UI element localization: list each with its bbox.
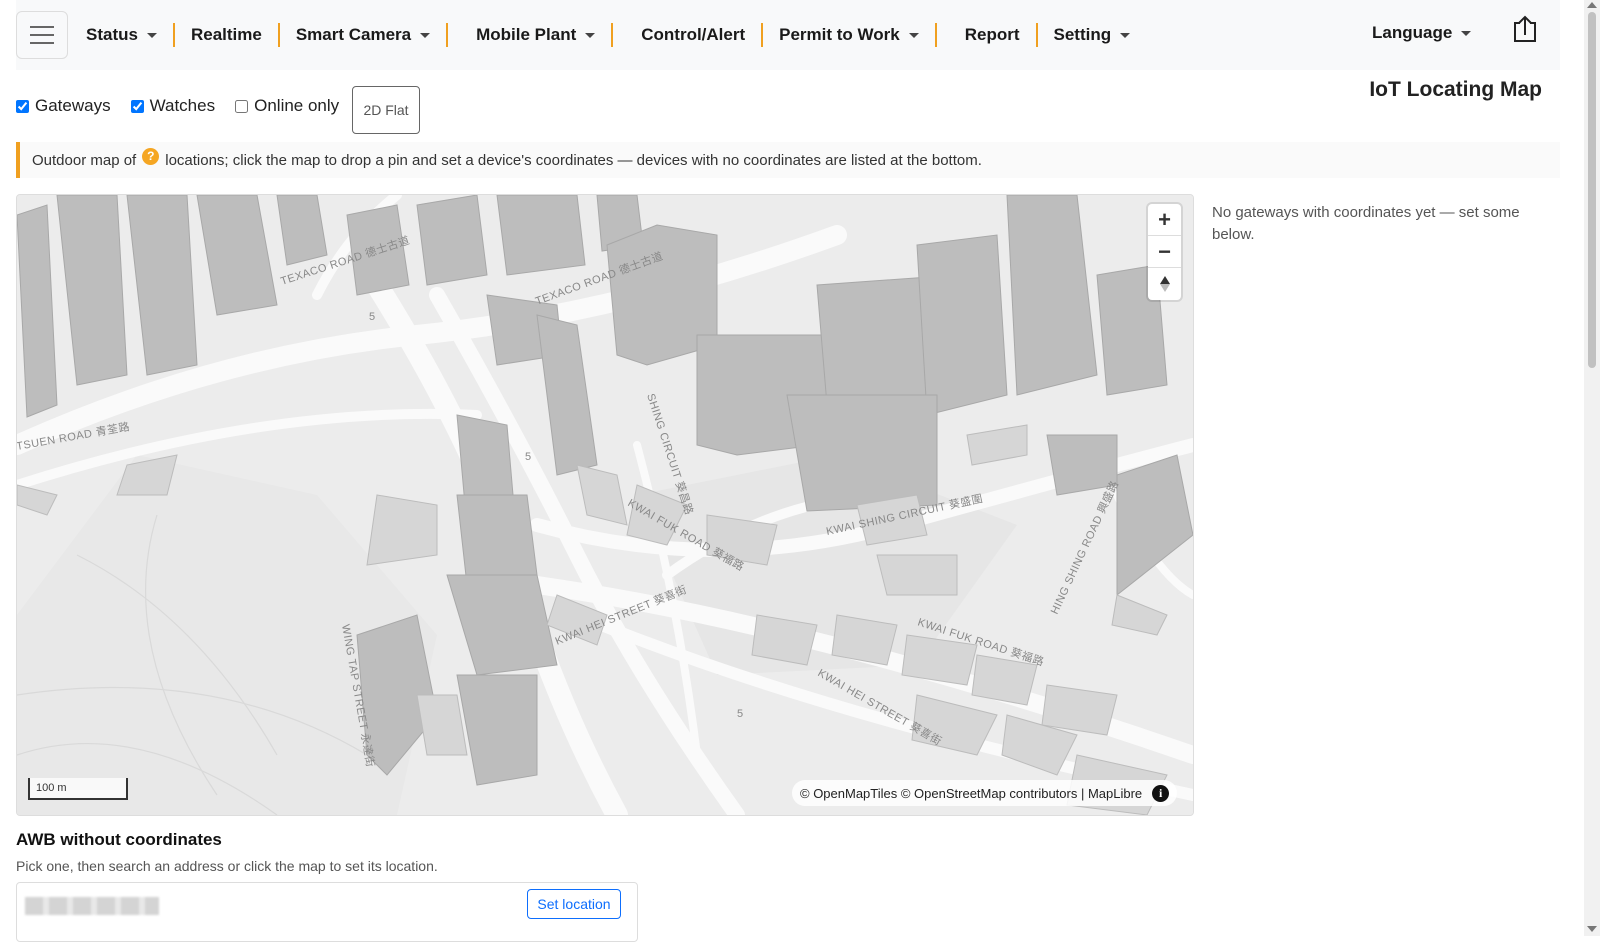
caret-down-icon [146, 32, 157, 38]
scrollbar-thumb[interactable] [1588, 12, 1596, 368]
attribution-text[interactable]: © OpenMapTiles © OpenStreetMap contribut… [800, 786, 1142, 801]
info-text: locations; click the map to drop a pin a… [165, 151, 982, 169]
nav-control-alert[interactable]: Control/Alert [613, 22, 761, 48]
nav-realtime[interactable]: Realtime [175, 22, 278, 48]
page-title: IoT Locating Map [1369, 78, 1542, 101]
nav-report[interactable]: Report [937, 22, 1036, 48]
nav-mobile-plant[interactable]: Mobile Plant [448, 22, 611, 48]
set-location-button[interactable]: Set location [527, 889, 621, 919]
caret-down-icon [585, 32, 596, 38]
online-only-checkbox-input[interactable] [235, 99, 249, 113]
road-number-label: 5 [737, 708, 744, 720]
map-attribution: © OpenMapTiles © OpenStreetMap contribut… [792, 780, 1178, 806]
attribution-info-icon[interactable]: i [1152, 784, 1170, 802]
zoom-out-button[interactable]: − [1148, 236, 1181, 268]
nav-status[interactable]: Status [70, 22, 173, 48]
gateway-list-note: No gateways with coordinates yet — set s… [1212, 204, 1520, 243]
hamburger-menu-icon[interactable] [16, 11, 68, 59]
online-only-checkbox[interactable]: Online only [235, 96, 339, 116]
nav-setting[interactable]: Setting [1038, 22, 1147, 48]
map-scale-bar: 100 m [28, 778, 128, 800]
info-text: Outdoor map of [32, 151, 137, 169]
page-scrollbar[interactable] [1584, 0, 1600, 936]
caret-down-icon [1120, 32, 1131, 38]
language-dropdown[interactable]: Language [1356, 20, 1487, 46]
help-icon[interactable]: ? [142, 147, 160, 165]
awb-section-title: AWB without coordinates [16, 830, 222, 849]
nav-permit-to-work[interactable]: Permit to Work [763, 22, 935, 48]
upload-icon[interactable] [1512, 14, 1538, 44]
compass-icon [1159, 276, 1170, 292]
road-number-label: 5 [369, 311, 376, 323]
map-render[interactable]: TEXACO ROAD 德士古道 TEXACO ROAD 德士古道 SHING … [17, 195, 1193, 815]
zoom-in-button[interactable]: + [1148, 204, 1181, 236]
road-number-label: 5 [525, 451, 532, 463]
map-zoom-controls: + − [1148, 204, 1181, 300]
gateways-checkbox-input[interactable] [16, 99, 29, 113]
caret-down-icon [420, 32, 431, 38]
map-canvas[interactable]: TEXACO ROAD 德士古道 TEXACO ROAD 德士古道 SHING … [16, 194, 1194, 816]
caret-down-icon [908, 32, 919, 38]
watches-checkbox[interactable]: Watches [130, 96, 215, 116]
awb-section-subtitle: Pick one, then search an address or clic… [16, 858, 438, 874]
map-filter-toolbar: Gateways Watches Online only [16, 96, 359, 116]
caret-down-icon [1461, 30, 1472, 36]
scroll-down-arrow-icon[interactable] [1587, 926, 1597, 932]
view-mode-button[interactable]: 2D Flat [352, 86, 420, 134]
awb-device-row: Set location [16, 882, 638, 942]
info-banner: Outdoor map of ? locations; click the ma… [16, 142, 1560, 178]
scroll-up-arrow-icon[interactable] [1587, 2, 1597, 8]
compass-reset-button[interactable] [1148, 268, 1181, 300]
nav-smart-camera[interactable]: Smart Camera [280, 22, 446, 48]
watches-checkbox-input[interactable] [130, 99, 144, 113]
gateways-checkbox[interactable]: Gateways [16, 96, 111, 116]
blurred-device-name [25, 897, 159, 915]
top-navbar: Status Realtime Smart Camera Mobile Plan… [16, 0, 1560, 70]
